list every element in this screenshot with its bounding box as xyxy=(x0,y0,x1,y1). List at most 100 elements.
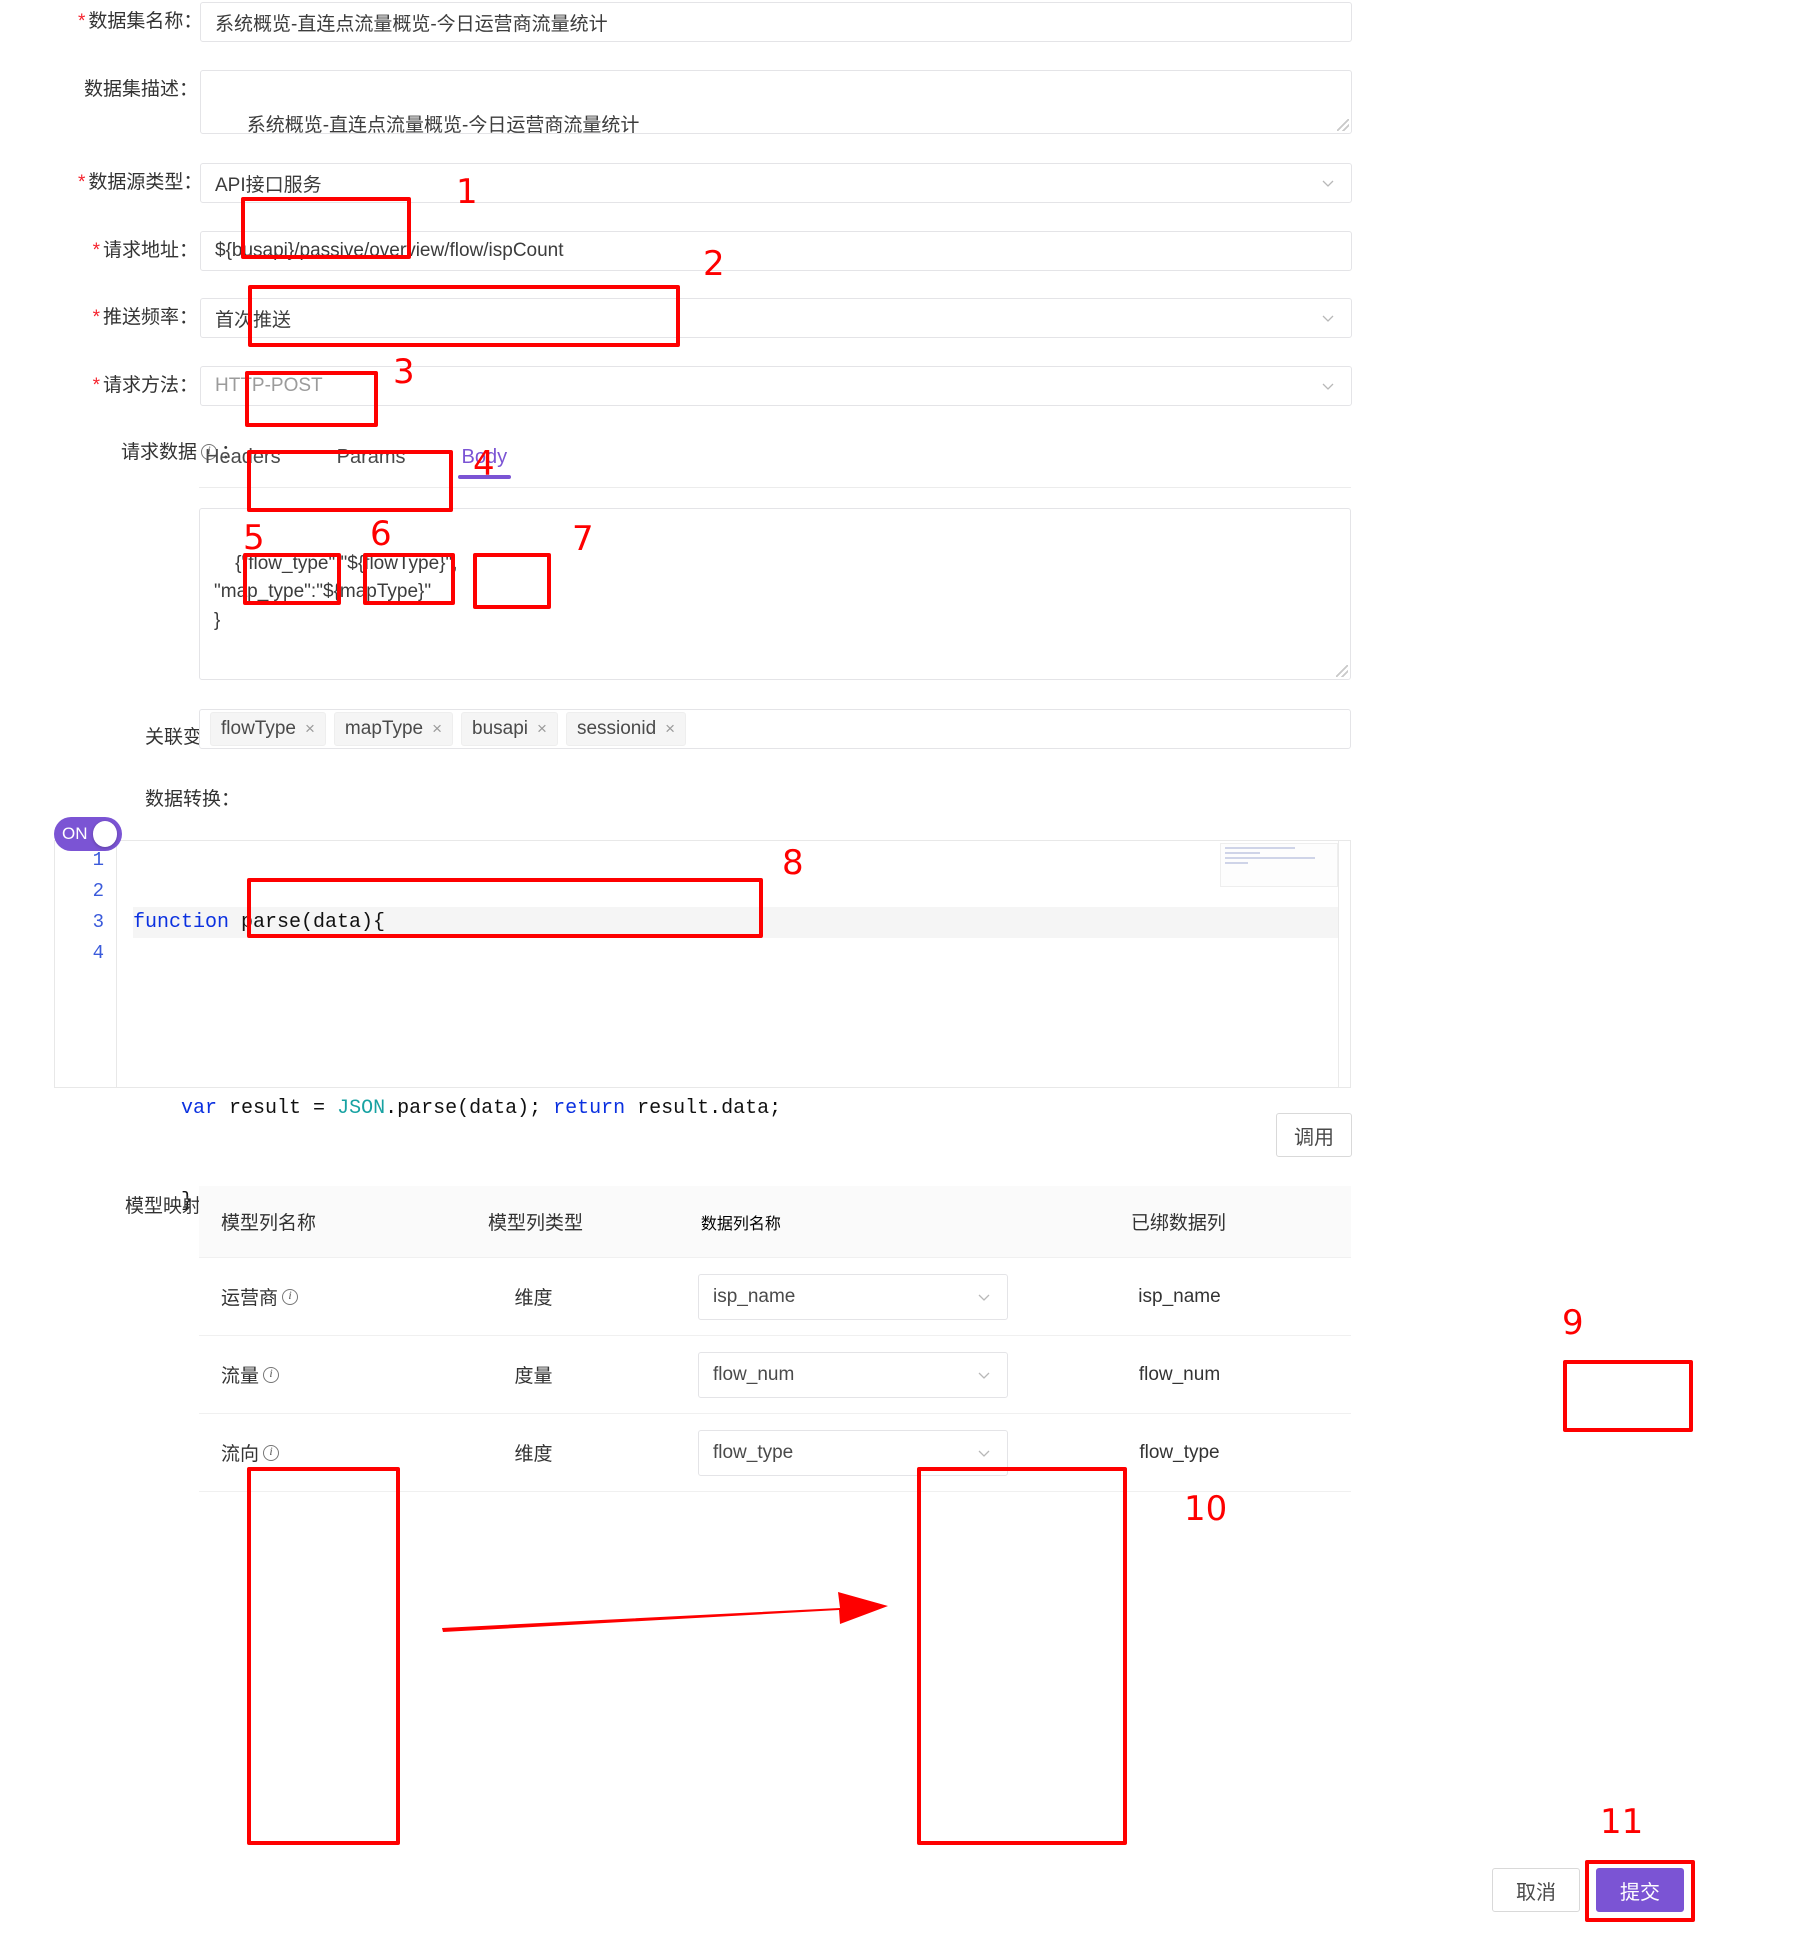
invoke-button[interactable]: 调用 xyxy=(1276,1113,1352,1157)
cell-data-col-select: flow_type xyxy=(686,1429,1008,1476)
cell-model-col-name: 流向 xyxy=(199,1439,381,1466)
model-mapping-table: 模型列名称 模型列类型 数据列名称 已绑数据列 运营商 维度 isp_name … xyxy=(199,1186,1351,1492)
submit-button[interactable]: 提交 xyxy=(1596,1868,1684,1912)
remove-tag-icon[interactable]: × xyxy=(665,719,675,739)
data-column-select[interactable]: flow_type xyxy=(697,1429,1008,1476)
label-source-type: * 数据源类型： xyxy=(78,172,203,193)
code-line-1: function parse(data){ xyxy=(133,907,1350,938)
variable-tag-sessionid[interactable]: sessionid × xyxy=(565,712,687,746)
info-circle-icon xyxy=(263,1366,280,1383)
cancel-button[interactable]: 取消 xyxy=(1492,1868,1580,1912)
label-push-frequency: * 推送频率： xyxy=(92,307,198,328)
annotation-number-4: 4 xyxy=(473,444,495,484)
data-transform-toggle[interactable]: ON xyxy=(54,817,122,851)
dataset-name-input[interactable]: 系统概览-直连点流量概览-今日运营商流量统计 xyxy=(200,2,1352,42)
field-row-push-frequency: * 推送频率： 首次推送 xyxy=(78,298,1353,338)
editor-minimap[interactable] xyxy=(1220,843,1338,887)
toggle-knob xyxy=(92,821,117,847)
remove-tag-icon[interactable]: × xyxy=(305,719,315,739)
request-data-tabs: Headers Params Body xyxy=(201,447,559,479)
field-row-request-method: * 请求方法： HTTP-POST xyxy=(78,366,1353,406)
remove-tag-icon[interactable]: × xyxy=(432,719,442,739)
required-marker: * xyxy=(92,240,100,261)
annotation-box-model-col xyxy=(247,1467,400,1845)
annotation-arrow-icon xyxy=(442,1592,888,1632)
cell-model-col-name: 流量 xyxy=(199,1361,381,1388)
cell-model-col-type: 度量 xyxy=(514,1366,553,1387)
variable-tag-maptype[interactable]: mapType × xyxy=(333,712,454,746)
chevron-down-icon xyxy=(1321,311,1335,325)
annotation-number-3: 3 xyxy=(393,352,415,392)
request-url-input[interactable]: ${busapi}/passive/overview/flow/ispCount xyxy=(200,231,1352,271)
chevron-down-icon xyxy=(977,1290,991,1304)
request-method-select[interactable]: HTTP-POST xyxy=(200,366,1352,406)
resize-handle-icon[interactable] xyxy=(1336,665,1348,677)
data-column-select[interactable]: isp_name xyxy=(697,1273,1008,1320)
cell-bound-data-col: flow_type xyxy=(1139,1441,1220,1463)
label-request-url: * 请求地址： xyxy=(92,240,198,261)
column-header-data-col-name: 数据列名称 xyxy=(700,1215,781,1233)
required-marker: * xyxy=(78,11,86,32)
column-header-model-col-name: 模型列名称 xyxy=(221,1213,317,1234)
transform-code-editor[interactable]: 1 2 3 4 function parse(data){ var result… xyxy=(54,840,1351,1213)
cell-model-col-type: 维度 xyxy=(514,1444,553,1465)
chevron-down-icon xyxy=(977,1368,991,1382)
column-header-bound-data-col: 已绑数据列 xyxy=(1130,1213,1226,1234)
column-header-model-col-type: 模型列类型 xyxy=(487,1213,583,1234)
required-marker: * xyxy=(92,307,100,328)
annotation-number-7: 7 xyxy=(572,519,594,559)
source-type-select[interactable]: API接口服务 xyxy=(200,163,1352,203)
code-line-3: var result = JSON.parse(data); return re… xyxy=(181,1097,782,1120)
annotation-number-1: 1 xyxy=(456,172,478,212)
annotation-number-10: 10 xyxy=(1184,1489,1228,1529)
annotation-number-5: 5 xyxy=(243,518,265,558)
cell-bound-data-col: flow_num xyxy=(1138,1363,1221,1385)
toggle-state-label: ON xyxy=(62,824,88,843)
line-number: 2 xyxy=(92,880,104,902)
chevron-down-icon xyxy=(1321,176,1335,190)
label-dataset-name: * 数据集名称： xyxy=(78,11,203,32)
chevron-down-icon xyxy=(1321,379,1335,393)
annotation-box-10 xyxy=(917,1467,1127,1845)
annotation-number-2: 2 xyxy=(703,244,725,284)
table-row: 流向 维度 flow_type flow_type xyxy=(199,1414,1351,1492)
required-marker: * xyxy=(92,375,100,396)
required-marker: * xyxy=(78,172,86,193)
annotation-number-8: 8 xyxy=(782,843,804,883)
chevron-down-icon xyxy=(977,1446,991,1460)
tab-underline-divider xyxy=(199,487,1351,488)
tab-params[interactable]: Params xyxy=(333,447,410,479)
remove-tag-icon[interactable]: × xyxy=(537,719,547,739)
line-number: 4 xyxy=(92,942,104,964)
cell-data-col-select: flow_num xyxy=(686,1351,1008,1398)
label-request-method: * 请求方法： xyxy=(92,375,198,396)
annotation-number-11: 11 xyxy=(1600,1802,1644,1842)
data-column-select[interactable]: flow_num xyxy=(697,1351,1008,1398)
push-frequency-select[interactable]: 首次推送 xyxy=(200,298,1352,338)
dataset-form-page: * 数据集名称： 系统概览-直连点流量概览-今日运营商流量统计 数据集描述： 系统… xyxy=(0,0,1797,1947)
info-circle-icon xyxy=(263,1444,280,1461)
editor-line-number-gutter: 1 2 3 4 xyxy=(55,841,117,1087)
editor-scrollbar[interactable] xyxy=(1338,841,1350,1087)
variable-tag-flowtype[interactable]: flowType × xyxy=(210,712,326,746)
label-dataset-desc: 数据集描述： xyxy=(83,79,198,100)
tab-headers[interactable]: Headers xyxy=(201,447,285,479)
related-variables-tag-input[interactable]: flowType × mapType × busapi × sessionid × xyxy=(199,709,1351,749)
field-row-dataset-desc: 数据集描述： 系统概览-直连点流量概览-今日运营商流量统计 xyxy=(78,70,1353,134)
annotation-box-9 xyxy=(1563,1360,1693,1432)
cell-data-col-select: isp_name xyxy=(686,1273,1008,1320)
table-row: 流量 度量 flow_num flow_num xyxy=(199,1336,1351,1414)
field-row-source-type: * 数据源类型： API接口服务 xyxy=(78,163,1353,203)
info-circle-icon xyxy=(282,1288,299,1305)
variable-tag-busapi[interactable]: busapi × xyxy=(461,712,558,746)
label-data-transform: 数据转换： xyxy=(144,789,240,810)
dataset-desc-textarea[interactable]: 系统概览-直连点流量概览-今日运营商流量统计 xyxy=(200,70,1352,134)
annotation-number-6: 6 xyxy=(370,514,392,554)
resize-handle-icon[interactable] xyxy=(1337,119,1349,131)
cell-bound-data-col: isp_name xyxy=(1138,1285,1221,1307)
annotation-number-9: 9 xyxy=(1562,1303,1584,1343)
cell-model-col-name: 运营商 xyxy=(199,1283,381,1310)
table-header-row: 模型列名称 模型列类型 数据列名称 已绑数据列 xyxy=(199,1186,1351,1258)
cell-model-col-type: 维度 xyxy=(514,1288,553,1309)
